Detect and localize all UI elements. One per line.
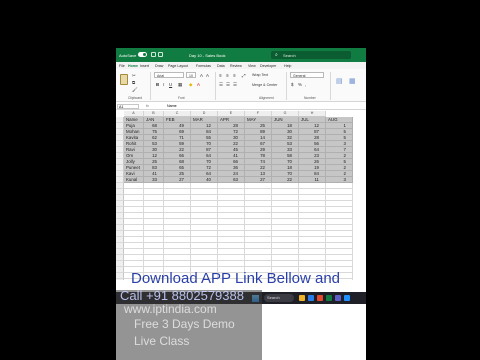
promo-line-website: www.iptindia.com (124, 302, 217, 316)
ribbon-divider (330, 72, 331, 100)
cut-icon[interactable]: ✂ (132, 73, 136, 79)
decrease-font-icon[interactable]: A (206, 73, 209, 78)
title-bar: AutoSave Day 10 - Sales Book ⌕ Search (116, 48, 366, 62)
formula-bar: A1 fx Name (116, 103, 366, 110)
promo-line-live-class: Live Class (134, 334, 190, 348)
align-left-icon[interactable]: ☰ (219, 82, 223, 88)
paste-icon[interactable] (120, 74, 128, 85)
ribbon: ✂ ⧉ 🖌 Arial 10 A A B I U ▦ ◆ A ≡ ≡ ≡ ⤢ W… (116, 69, 366, 102)
office-icon[interactable] (317, 295, 323, 301)
chrome-icon[interactable] (344, 295, 350, 301)
group-label-clipboard: Clipboard (128, 96, 143, 100)
file-title: Day 10 - Sales Book (189, 53, 226, 58)
group-label-alignment: Alignment (259, 96, 274, 100)
undo-icon[interactable] (158, 52, 163, 57)
wrap-text-button[interactable]: Wrap Text (252, 73, 268, 77)
number-format-select[interactable]: General (290, 72, 324, 78)
ribbon-divider (215, 72, 216, 100)
ribbon-tabs: File Home Insert Draw Page Layout Formul… (116, 62, 366, 70)
ribbon-divider (286, 72, 287, 100)
align-middle-icon[interactable]: ≡ (226, 73, 229, 78)
row-header[interactable] (116, 279, 124, 280)
font-color-icon[interactable]: A (197, 82, 200, 87)
edge-icon[interactable] (308, 295, 314, 301)
tab-review[interactable]: Review (230, 64, 242, 68)
fill-color-icon[interactable]: ◆ (189, 82, 192, 88)
save-icon[interactable] (151, 52, 156, 57)
tab-file[interactable]: File (119, 64, 125, 68)
fx-icon[interactable]: fx (146, 104, 149, 108)
copy-icon[interactable]: ⧉ (132, 80, 135, 85)
tab-view[interactable]: View (248, 64, 256, 68)
promo-line-phone: Call +91 8802579388 (120, 288, 244, 303)
promo-line-download: Download APP Link Bellow and (131, 270, 341, 287)
align-right-icon[interactable]: ☰ (233, 82, 237, 88)
group-label-number: Number (304, 96, 316, 100)
percent-icon[interactable]: % (298, 82, 302, 87)
conditional-format-icon[interactable]: ▤ (336, 77, 343, 85)
tab-draw[interactable]: Draw (155, 64, 163, 68)
ribbon-divider (150, 72, 151, 100)
search-placeholder: Search (283, 53, 296, 58)
font-size-select[interactable]: 10 (186, 72, 196, 78)
search-box[interactable]: ⌕ Search (271, 51, 351, 59)
font-name-select[interactable]: Arial (154, 72, 184, 78)
tab-formulas[interactable]: Formulas (196, 64, 211, 68)
tab-page-layout[interactable]: Page Layout (168, 64, 188, 68)
align-center-icon[interactable]: ☰ (226, 82, 230, 88)
autosave-toggle[interactable] (138, 52, 147, 57)
align-top-icon[interactable]: ≡ (219, 73, 222, 78)
autosave-label: AutoSave (119, 53, 137, 58)
taskbar-search[interactable]: Search (264, 294, 294, 302)
format-table-icon[interactable]: ▦ (349, 77, 356, 85)
currency-icon[interactable]: $ (291, 82, 293, 87)
formula-input[interactable]: Name (167, 104, 177, 108)
tab-developer[interactable]: Developer (260, 64, 276, 68)
merge-center-button[interactable]: Merge & Center (252, 83, 277, 87)
comma-icon[interactable]: , (305, 82, 306, 87)
underline-icon[interactable]: U (169, 82, 172, 87)
search-icon: ⌕ (275, 52, 278, 58)
promo-line-demo: Free 3 Days Demo (134, 317, 235, 331)
tab-home[interactable]: Home (128, 64, 138, 70)
italic-icon[interactable]: I (163, 82, 164, 87)
increase-font-icon[interactable]: A (200, 73, 203, 78)
tab-help[interactable]: Help (284, 64, 291, 68)
excel-icon[interactable] (326, 295, 332, 301)
tab-insert[interactable]: Insert (140, 64, 149, 68)
tab-data[interactable]: Data (217, 64, 225, 68)
group-label-font: Font (178, 96, 185, 100)
format-painter-icon[interactable]: 🖌 (132, 87, 138, 93)
teams-icon[interactable] (335, 295, 341, 301)
align-bottom-icon[interactable]: ≡ (233, 73, 236, 78)
spreadsheet-grid: A B C D E F G H Name JAN FEB MAR APR MAY JUN JUL AUG Puja… (116, 111, 366, 280)
bold-icon[interactable]: B (156, 82, 159, 87)
borders-icon[interactable]: ▦ (178, 82, 182, 88)
orientation-icon[interactable]: ⤢ (242, 73, 246, 78)
file-explorer-icon[interactable] (299, 295, 305, 301)
name-box[interactable]: A1 (117, 104, 139, 109)
